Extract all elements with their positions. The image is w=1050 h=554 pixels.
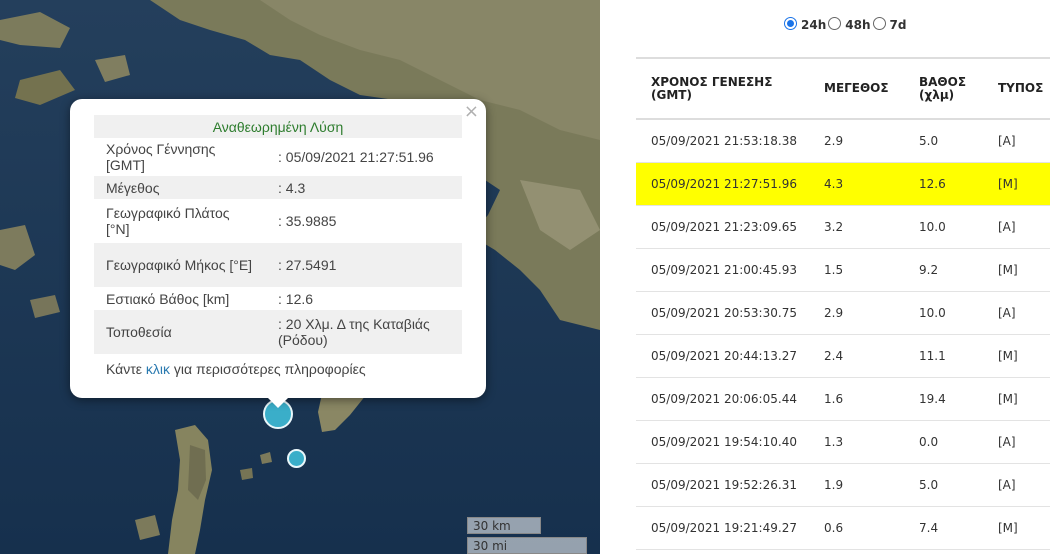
cell-origin-time: 05/09/2021 21:53:18.38 <box>636 119 809 163</box>
scale-bar-km: 30 km <box>467 517 541 534</box>
time-range-filter: 24h 48h 7d <box>784 14 908 32</box>
earthquake-table-body: 05/09/2021 21:53:18.38 2.9 5.0 [A] 05/09/202… <box>636 119 1050 550</box>
popup-title: Αναθεωρημένη Λύση <box>94 115 462 138</box>
cell-depth: 12.6 <box>904 162 983 206</box>
cell-type: [M] <box>983 162 1050 206</box>
earthquake-table: ΧΡΟΝΟΣ ΓΕΝΕΣΗΣ (GMT) ΜΕΓΕΘΟΣ ΒΑΘΟΣ (χλμ)… <box>636 57 1050 550</box>
cell-magnitude: 0.6 <box>809 506 904 550</box>
cell-depth: 11.1 <box>904 334 983 378</box>
table-row[interactable]: 05/09/2021 20:53:30.75 2.9 10.0 [A] <box>636 291 1050 335</box>
cell-depth: 9.2 <box>904 248 983 292</box>
header-origin-time[interactable]: ΧΡΟΝΟΣ ΓΕΝΕΣΗΣ (GMT) <box>636 57 809 120</box>
radio-48h[interactable]: 48h <box>828 14 871 32</box>
table-row[interactable]: 05/09/2021 21:00:45.93 1.5 9.2 [M] <box>636 248 1050 292</box>
cell-type: [M] <box>983 334 1050 378</box>
latitude-value: : 35.9885 <box>278 213 337 229</box>
map-view[interactable]: 30 km 30 mi × Αναθεωρημένη Λύση Χρόνος Γ… <box>0 0 600 554</box>
cell-type: [A] <box>983 119 1050 163</box>
cell-magnitude: 2.4 <box>809 334 904 378</box>
cell-depth: 5.0 <box>904 463 983 507</box>
location-value: : 20 Χλμ. Δ της Καταβιάς (Ρόδου) <box>266 310 462 354</box>
radio-24h-label: 24h <box>801 18 827 32</box>
more-info-link[interactable]: κλικ <box>146 361 170 377</box>
table-row[interactable]: 05/09/2021 19:21:49.27 0.6 7.4 [M] <box>636 506 1050 550</box>
depth-value: : 12.6 <box>278 290 314 307</box>
more-info-prefix: Κάντε <box>106 361 146 377</box>
table-row[interactable]: 05/09/2021 21:53:18.38 2.9 5.0 [A] <box>636 119 1050 163</box>
cell-type: [M] <box>983 377 1050 421</box>
cell-depth: 7.4 <box>904 506 983 550</box>
cell-origin-time: 05/09/2021 21:23:09.65 <box>636 205 809 249</box>
cell-magnitude: 4.3 <box>809 162 904 206</box>
cell-magnitude: 1.9 <box>809 463 904 507</box>
popup-details-table: Αναθεωρημένη Λύση Χρόνος Γέννησης [GMT]:… <box>94 115 462 354</box>
table-row[interactable]: 05/09/2021 21:23:09.65 3.2 10.0 [A] <box>636 205 1050 249</box>
table-row[interactable]: 05/09/2021 20:44:13.27 2.4 11.1 [M] <box>636 334 1050 378</box>
origin-time-label: Χρόνος Γέννησης [GMT] <box>106 141 216 173</box>
cell-origin-time: 05/09/2021 21:27:51.96 <box>636 162 809 206</box>
cell-type: [A] <box>983 205 1050 249</box>
cell-origin-time: 05/09/2021 19:52:26.31 <box>636 463 809 507</box>
radio-24h[interactable]: 24h <box>784 14 826 32</box>
radio-48h-label: 48h <box>845 18 871 32</box>
cell-depth: 0.0 <box>904 420 983 464</box>
table-row[interactable]: 05/09/2021 19:54:10.40 1.3 0.0 [A] <box>636 420 1050 464</box>
header-depth[interactable]: ΒΑΘΟΣ (χλμ) <box>904 57 983 120</box>
radio-button-icon[interactable] <box>828 16 842 30</box>
table-header-row: ΧΡΟΝΟΣ ΓΕΝΕΣΗΣ (GMT) ΜΕΓΕΘΟΣ ΒΑΘΟΣ (χλμ)… <box>636 57 1050 120</box>
cell-depth: 10.0 <box>904 205 983 249</box>
cell-origin-time: 05/09/2021 19:21:49.27 <box>636 506 809 550</box>
cell-origin-time: 05/09/2021 20:53:30.75 <box>636 291 809 335</box>
earthquake-popup: × Αναθεωρημένη Λύση Χρόνος Γέννησης [GMT… <box>70 99 486 408</box>
cell-type: [M] <box>983 506 1050 550</box>
radio-7d[interactable]: 7d <box>872 14 907 32</box>
table-row[interactable]: 05/09/2021 20:06:05.44 1.6 19.4 [M] <box>636 377 1050 421</box>
cell-magnitude: 1.6 <box>809 377 904 421</box>
cell-origin-time: 05/09/2021 19:54:10.40 <box>636 420 809 464</box>
header-type[interactable]: ΤΥΠΟΣ <box>983 57 1050 120</box>
earthquake-list-panel: 24h 48h 7d ΧΡΟΝΟΣ ΓΕΝΕΣΗΣ (GMT) ΜΕΓΕΘΟΣ … <box>600 0 1050 554</box>
cell-magnitude: 2.9 <box>809 291 904 335</box>
magnitude-value: : 4.3 <box>266 176 462 199</box>
cell-origin-time: 05/09/2021 21:00:45.93 <box>636 248 809 292</box>
origin-time-value: : 05/09/2021 21:27:51.96 <box>278 149 434 165</box>
scale-bar-mi: 30 mi <box>467 537 587 554</box>
longitude-label: Γεωγραφικό Μήκος [°E] <box>94 243 266 287</box>
more-info-suffix: για περισσότερες πληροφορίες <box>170 361 366 377</box>
depth-label: Εστιακό Βάθος [km] <box>106 290 230 307</box>
cell-magnitude: 1.3 <box>809 420 904 464</box>
radio-7d-label: 7d <box>889 18 907 32</box>
table-row[interactable]: 05/09/2021 19:52:26.31 1.9 5.0 [A] <box>636 463 1050 507</box>
cell-type: [A] <box>983 420 1050 464</box>
cell-type: [A] <box>983 463 1050 507</box>
radio-button-icon[interactable] <box>872 16 886 30</box>
earthquake-marker[interactable] <box>287 449 306 468</box>
cell-depth: 10.0 <box>904 291 983 335</box>
header-magnitude[interactable]: ΜΕΓΕΘΟΣ <box>809 57 904 120</box>
latitude-label: Γεωγραφικό Πλάτος [°N] <box>106 205 230 237</box>
cell-depth: 19.4 <box>904 377 983 421</box>
longitude-value: : 27.5491 <box>266 243 462 287</box>
magnitude-label: Μέγεθος <box>94 176 266 199</box>
cell-origin-time: 05/09/2021 20:06:05.44 <box>636 377 809 421</box>
more-info-text: Κάντε κλικ για περισσότερες πληροφορίες <box>106 361 366 377</box>
popup-close-button[interactable]: × <box>464 102 479 122</box>
cell-magnitude: 1.5 <box>809 248 904 292</box>
table-row[interactable]: 05/09/2021 21:27:51.96 4.3 12.6 [M] <box>636 162 1050 206</box>
cell-depth: 5.0 <box>904 119 983 163</box>
cell-magnitude: 2.9 <box>809 119 904 163</box>
location-label: Τοποθεσία <box>94 310 266 354</box>
cell-magnitude: 3.2 <box>809 205 904 249</box>
radio-button-icon[interactable] <box>784 16 797 30</box>
cell-type: [A] <box>983 291 1050 335</box>
cell-type: [M] <box>983 248 1050 292</box>
cell-origin-time: 05/09/2021 20:44:13.27 <box>636 334 809 378</box>
